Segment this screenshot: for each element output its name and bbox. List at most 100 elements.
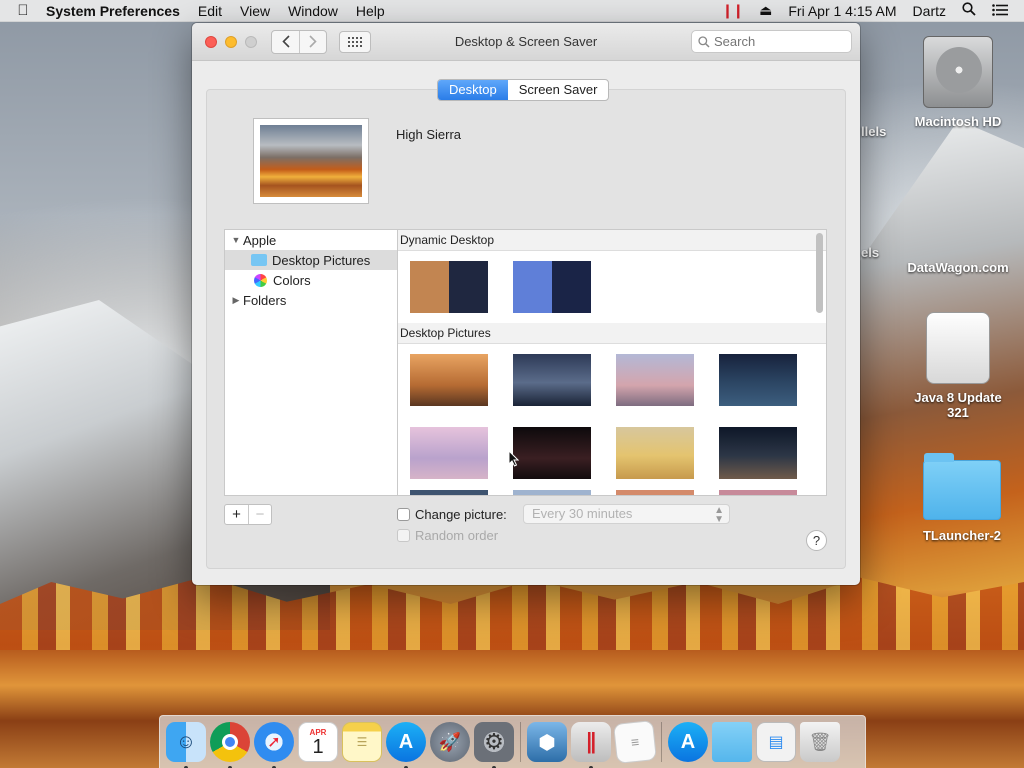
eject-icon[interactable]: ⏏: [759, 2, 772, 19]
finder-face-icon: ☺: [175, 730, 197, 753]
desktop-icon-datawagon[interactable]: DataWagon.com: [903, 260, 1013, 275]
dock-folder[interactable]: [712, 722, 752, 762]
dock-parallels[interactable]: ∥: [571, 722, 611, 768]
show-all-button[interactable]: [339, 30, 371, 53]
tab-control: Desktop Screen Saver: [437, 79, 610, 101]
change-picture-label: Change picture:: [415, 507, 507, 522]
dock-textedit[interactable]: ≡: [613, 720, 657, 764]
forward-button[interactable]: [299, 30, 326, 53]
dock-finder[interactable]: ☺: [166, 722, 206, 768]
menu-view[interactable]: View: [240, 3, 270, 19]
wallpaper-thumbnail[interactable]: [513, 427, 591, 479]
disclosure-triangle-expanded-icon[interactable]: ▼: [229, 235, 243, 245]
chevron-right-icon: [309, 35, 317, 48]
dock-system-preferences[interactable]: ⚙: [474, 722, 514, 768]
remove-folder-button[interactable]: −: [248, 505, 271, 524]
dock-chrome[interactable]: [210, 722, 250, 768]
source-list-label: Desktop Pictures: [272, 252, 371, 268]
desktop-icon-partial-label: llels: [861, 124, 887, 139]
dock-preview[interactable]: ▤: [756, 722, 796, 762]
random-order-checkbox[interactable]: [397, 529, 410, 542]
section-header-desktop-pictures: Desktop Pictures: [398, 323, 826, 344]
section-header-dynamic-desktop: Dynamic Desktop: [398, 230, 826, 251]
change-picture-option[interactable]: Change picture:: [397, 507, 507, 522]
chevron-left-icon: [281, 35, 290, 48]
document-icon: ≡: [630, 733, 640, 751]
wallpaper-thumbnail[interactable]: [719, 490, 797, 495]
menu-edit[interactable]: Edit: [198, 3, 222, 19]
disclosure-triangle-collapsed-icon[interactable]: ▶: [229, 295, 243, 306]
menu-help[interactable]: Help: [356, 3, 385, 19]
wallpaper-thumbnail[interactable]: [719, 427, 797, 479]
apple-menu-icon[interactable]: : [0, 2, 46, 19]
compass-icon: ➚: [267, 734, 281, 751]
wallpaper-thumbnail[interactable]: [513, 490, 591, 495]
dock-app-store[interactable]: A: [386, 722, 426, 768]
dock-trash[interactable]: 🗑: [800, 722, 840, 762]
gear-icon: ⚙: [484, 729, 504, 754]
mouse-cursor-icon: [508, 449, 520, 470]
source-group-apple[interactable]: ▼ Apple: [225, 230, 397, 250]
user-menu[interactable]: Dartz: [913, 3, 946, 19]
wallpaper-thumbnail[interactable]: [513, 261, 591, 313]
dock-launchpad[interactable]: 🚀: [430, 722, 470, 762]
change-interval-select[interactable]: Every 30 minutes ▲ ▼: [523, 504, 730, 525]
source-list-label: Colors: [273, 272, 311, 288]
cube-icon: ⬢: [538, 731, 556, 754]
help-button[interactable]: ?: [806, 530, 827, 551]
notification-center-icon[interactable]: [992, 3, 1008, 19]
source-list-label: Apple: [243, 232, 277, 248]
desktop-icon-label: TLauncher-2: [922, 528, 1001, 543]
source-list: ▼ Apple Desktop Pictures Colors ▶ Folder…: [224, 229, 397, 496]
desktop-icon-partial-label: els: [861, 245, 880, 260]
desktop-icon-label: DataWagon.com: [907, 260, 1009, 275]
wallpaper-thumbnail[interactable]: [410, 490, 488, 495]
source-group-folders[interactable]: ▶ Folders: [225, 290, 397, 310]
stepper-arrows-icon: ▲ ▼: [714, 505, 724, 525]
zoom-button[interactable]: [245, 35, 257, 48]
wallpaper-thumbnail[interactable]: [616, 490, 694, 495]
parallels-icon: ∥: [585, 729, 597, 754]
close-button[interactable]: [205, 35, 217, 48]
change-picture-checkbox[interactable]: [397, 508, 410, 521]
desktop-icon-java-installer[interactable]: Java 8 Update 321: [903, 312, 1013, 420]
desktop-icon-tlauncher[interactable]: TLauncher-2: [907, 453, 1017, 543]
dock-app-store-download[interactable]: A: [668, 722, 708, 762]
menubar-clock[interactable]: Fri Apr 1 4:15 AM: [788, 3, 896, 19]
photos-icon: ▤: [768, 734, 784, 751]
dock-safari[interactable]: ➚: [254, 722, 294, 768]
spotlight-icon[interactable]: [962, 2, 976, 19]
dock-notes[interactable]: ☰: [342, 722, 382, 762]
wallpaper-thumbnail[interactable]: [719, 354, 797, 406]
desktop-icon-macintosh-hd[interactable]: Macintosh HD: [903, 36, 1013, 129]
tab-desktop[interactable]: Desktop: [438, 80, 508, 100]
search-icon: [698, 35, 710, 48]
wallpaper-thumbnail[interactable]: [410, 261, 488, 313]
calendar-day: 1: [312, 735, 324, 758]
search-input[interactable]: [714, 34, 834, 49]
back-button[interactable]: [272, 31, 299, 53]
parallels-status-icon[interactable]: ❙❙: [722, 2, 744, 19]
minimize-button[interactable]: [225, 35, 237, 48]
wallpaper-thumbnail[interactable]: [410, 427, 488, 479]
current-wallpaper-name: High Sierra: [396, 127, 462, 142]
app-menu[interactable]: System Preferences: [46, 3, 180, 19]
dock-virtualbox[interactable]: ⬢: [527, 722, 567, 762]
wallpaper-thumbnail[interactable]: [513, 354, 591, 406]
menu-window[interactable]: Window: [288, 3, 338, 19]
wallpaper-thumbnail[interactable]: [616, 354, 694, 406]
desktop-icon-label: Macintosh HD: [914, 114, 1002, 129]
source-item-desktop-pictures[interactable]: Desktop Pictures: [225, 250, 397, 270]
dock: ☺ ➚ APR 1 ☰ A 🚀 ⚙ ⬢ ∥ ≡ A ▤ 🗑: [159, 715, 866, 768]
dock-calendar[interactable]: APR 1: [298, 722, 338, 762]
wallpaper-thumbnail[interactable]: [410, 354, 488, 406]
source-item-colors[interactable]: Colors: [225, 270, 397, 290]
add-folder-button[interactable]: +: [225, 505, 248, 524]
tab-screen-saver[interactable]: Screen Saver: [508, 80, 609, 100]
wallpaper-thumbnail[interactable]: [616, 427, 694, 479]
window-titlebar[interactable]: Desktop & Screen Saver: [192, 23, 860, 61]
search-field[interactable]: [691, 30, 852, 53]
gallery-scrollbar[interactable]: [816, 233, 823, 313]
random-order-option[interactable]: Random order: [397, 528, 498, 543]
change-interval-value: Every 30 minutes: [532, 506, 633, 521]
